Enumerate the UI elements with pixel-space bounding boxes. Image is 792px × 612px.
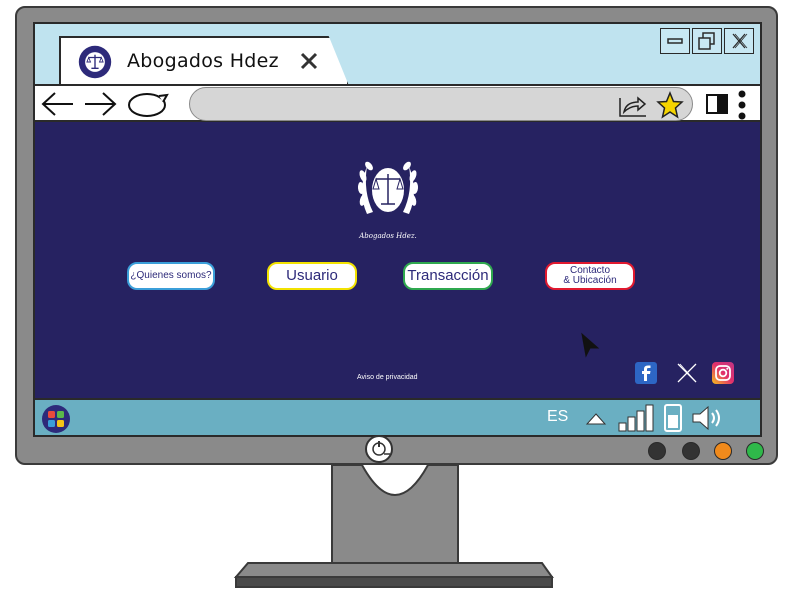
indicator-dot: [714, 442, 732, 460]
facebook-icon[interactable]: [635, 362, 657, 384]
screen: Abogados Hdez Abogados Hdez. ¿Quienes so…: [33, 22, 762, 437]
indicator-dot: [648, 442, 666, 460]
transaction-button[interactable]: Transacción: [403, 262, 493, 290]
sidebar-toggle-icon[interactable]: [705, 93, 729, 115]
browser-toolbar: [35, 84, 760, 122]
close-window-button[interactable]: [724, 28, 754, 54]
chevron-up-icon[interactable]: [585, 412, 607, 426]
indicator-dot: [746, 442, 764, 460]
tab-close-icon[interactable]: [299, 48, 319, 76]
logo-caption: Abogados Hdez.: [359, 232, 417, 240]
contact-location-button[interactable]: Contacto & Ubicación: [545, 262, 635, 290]
about-us-button[interactable]: ¿Quienes somos?: [127, 262, 215, 290]
minimize-icon: [667, 38, 683, 44]
minimize-button[interactable]: [660, 28, 690, 54]
reload-icon[interactable]: [125, 91, 173, 119]
address-bar[interactable]: [189, 87, 693, 121]
firm-logo-icon: [78, 45, 112, 79]
share-icon[interactable]: [618, 92, 648, 118]
monitor-stand: [233, 465, 554, 588]
browser-tab[interactable]: Abogados Hdez: [59, 36, 349, 86]
tab-title: Abogados Hdez: [127, 50, 279, 72]
forward-arrow-icon[interactable]: [83, 91, 119, 117]
bookmark-star-icon[interactable]: [656, 91, 684, 119]
close-icon: [732, 33, 748, 49]
more-menu-icon[interactable]: [735, 89, 749, 121]
indicator-dot: [682, 442, 700, 460]
power-button-icon[interactable]: [364, 434, 394, 464]
start-menu-icon[interactable]: [41, 404, 71, 434]
x-icon[interactable]: [676, 362, 698, 384]
restore-button[interactable]: [692, 28, 722, 54]
language-indicator[interactable]: ES: [547, 408, 568, 426]
volume-icon[interactable]: [691, 404, 727, 432]
user-button[interactable]: Usuario: [267, 262, 357, 290]
taskbar: ES: [35, 398, 760, 435]
contact-label-line2: & Ubicación: [563, 275, 617, 286]
back-arrow-icon[interactable]: [39, 91, 75, 117]
web-page: Abogados Hdez. ¿Quienes somos? Usuario T…: [35, 122, 760, 398]
signal-icon[interactable]: [617, 403, 657, 433]
mouse-cursor-icon: [581, 332, 600, 358]
restore-icon: [698, 32, 715, 50]
privacy-link[interactable]: Aviso de privacidad: [357, 374, 418, 381]
instagram-icon[interactable]: [712, 362, 734, 384]
window-controls: [660, 28, 754, 54]
firm-emblem-icon: [357, 161, 419, 214]
battery-icon[interactable]: [663, 403, 683, 433]
